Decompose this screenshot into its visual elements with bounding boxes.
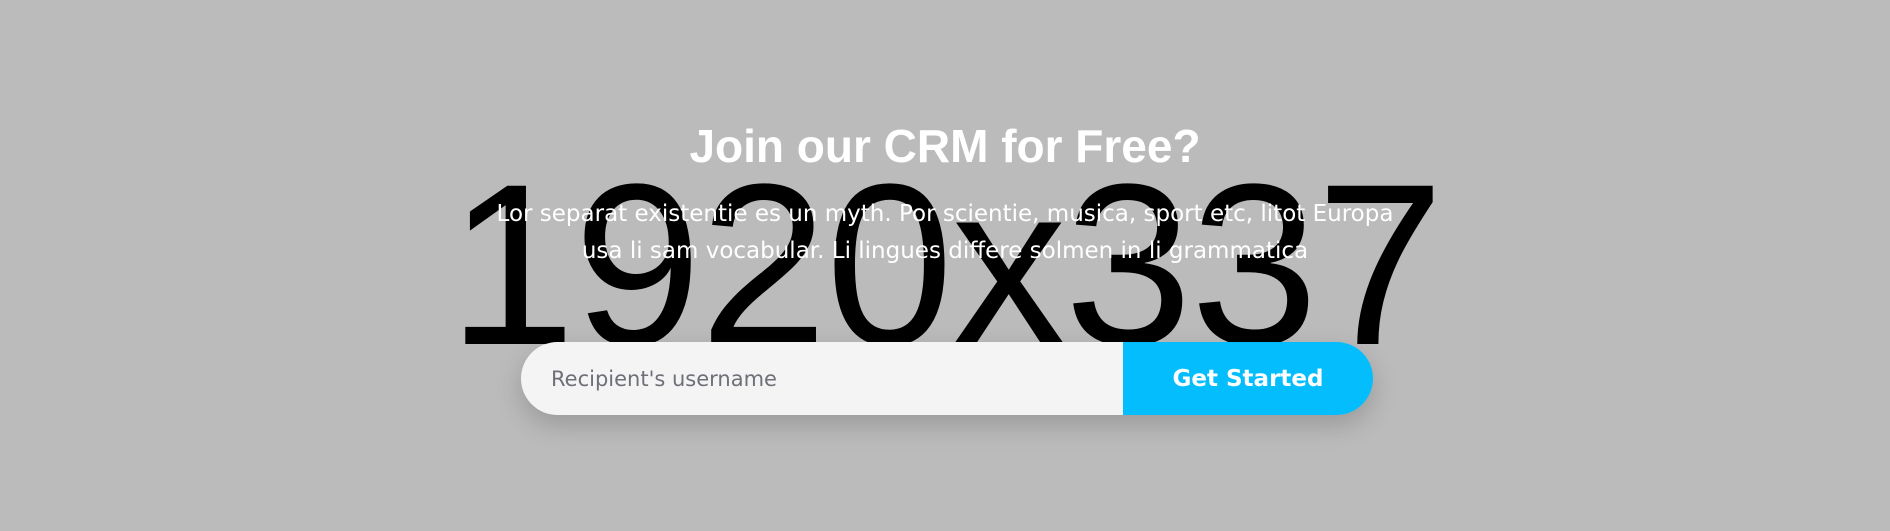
get-started-button[interactable]: Get Started — [1123, 342, 1373, 415]
signup-form: Get Started — [521, 342, 1373, 415]
hero-subtitle: Lor separat existentie es un myth. Por s… — [496, 201, 1394, 264]
page-title: Join our CRM for Free? — [689, 120, 1201, 172]
hero-section: 1920x337 Join our CRM for Free? Lor sepa… — [0, 0, 1890, 531]
username-input[interactable] — [521, 342, 1123, 415]
hero-content: Join our CRM for Free? Lor separat exist… — [0, 0, 1890, 531]
